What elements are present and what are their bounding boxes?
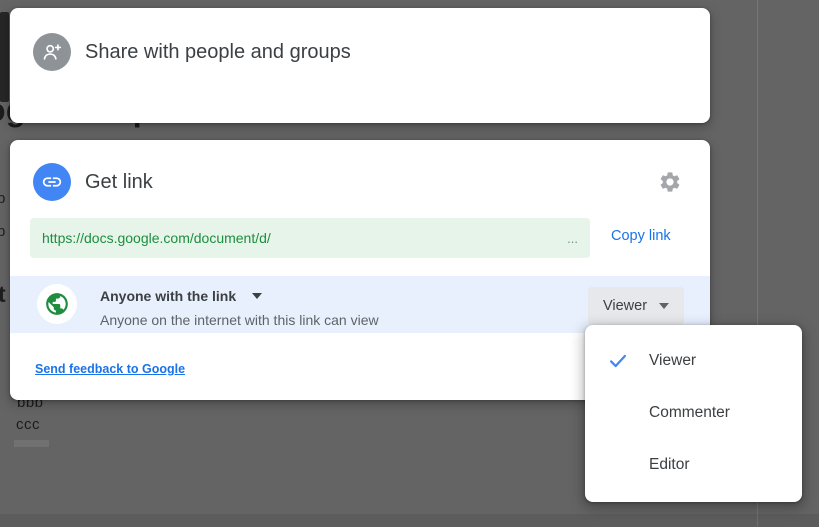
role-menu-item-label: Viewer [649,352,696,370]
background-text-fragment: p [0,223,5,240]
check-icon [607,350,629,372]
role-dropdown-button[interactable]: Viewer [588,287,684,325]
background-bottom-band [0,514,819,527]
gear-icon [658,182,682,197]
background-letter-fragment [0,12,9,102]
share-people-dialog: Share with people and groups [10,8,710,123]
background-text-smudge [14,440,49,447]
access-scope-texts: Anyone with the link Anyone on the inter… [100,286,379,328]
chevron-down-icon [659,303,669,309]
share-dialog-title: Share with people and groups [85,39,351,65]
role-menu-item-label: Commenter [649,404,730,422]
background-text-fragment: p [0,190,5,207]
link-url-field[interactable]: https://docs.google.com/document/d/ ... [30,218,590,258]
role-menu: Viewer Commenter Editor [585,325,802,502]
screen: ogress reports p p t bbb ccc Share with … [0,0,819,527]
chevron-down-icon [252,293,262,299]
access-scope-label: Anyone with the link [100,288,236,304]
background-body-line: ccc [16,416,40,433]
send-feedback-link[interactable]: Send feedback to Google [35,362,185,376]
link-url: https://docs.google.com/document/d/ [42,230,271,246]
role-menu-item-commenter[interactable]: Commenter [585,387,802,439]
access-scope-description: Anyone on the internet with this link ca… [100,312,379,328]
role-menu-item-viewer[interactable]: Viewer [585,335,802,387]
access-scope-dropdown[interactable]: Anyone with the link [100,286,379,306]
copy-link-button[interactable]: Copy link [603,224,679,248]
get-link-title: Get link [85,169,153,195]
role-dropdown-label: Viewer [603,298,647,314]
link-icon [33,163,71,201]
link-url-ellipsis: ... [567,231,578,246]
person-add-icon [33,33,71,71]
background-text-fragment: t [0,281,6,308]
role-menu-item-label: Editor [649,456,690,474]
link-settings-button[interactable] [656,168,684,196]
role-menu-item-editor[interactable]: Editor [585,439,802,491]
globe-icon [37,284,77,324]
